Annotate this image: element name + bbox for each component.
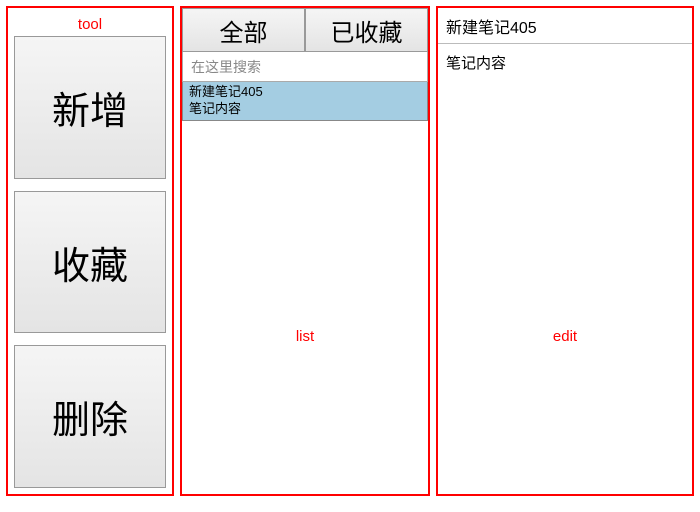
- list-item-title: 新建笔记405: [189, 84, 421, 101]
- list-item[interactable]: 新建笔记405 笔记内容: [182, 82, 428, 121]
- tool-panel-label: tool: [8, 16, 172, 33]
- tab-all[interactable]: 全部: [182, 8, 305, 52]
- note-list: 新建笔记405 笔记内容: [182, 82, 428, 494]
- edit-panel: edit: [436, 6, 694, 496]
- list-item-body: 笔记内容: [189, 101, 421, 118]
- favorite-button[interactable]: 收藏: [14, 191, 166, 334]
- delete-button[interactable]: 删除: [14, 345, 166, 488]
- tool-panel: tool 新增 收藏 删除: [6, 6, 174, 496]
- tab-favorited[interactable]: 已收藏: [305, 8, 428, 52]
- edit-panel-label: edit: [438, 328, 692, 345]
- add-button[interactable]: 新增: [14, 36, 166, 179]
- search-input[interactable]: [182, 52, 428, 82]
- list-panel-label: list: [182, 328, 428, 345]
- note-title-input[interactable]: [438, 8, 692, 44]
- tab-row: 全部 已收藏: [182, 8, 428, 52]
- note-body-textarea[interactable]: [438, 44, 692, 494]
- list-panel: 全部 已收藏 新建笔记405 笔记内容 list: [180, 6, 430, 496]
